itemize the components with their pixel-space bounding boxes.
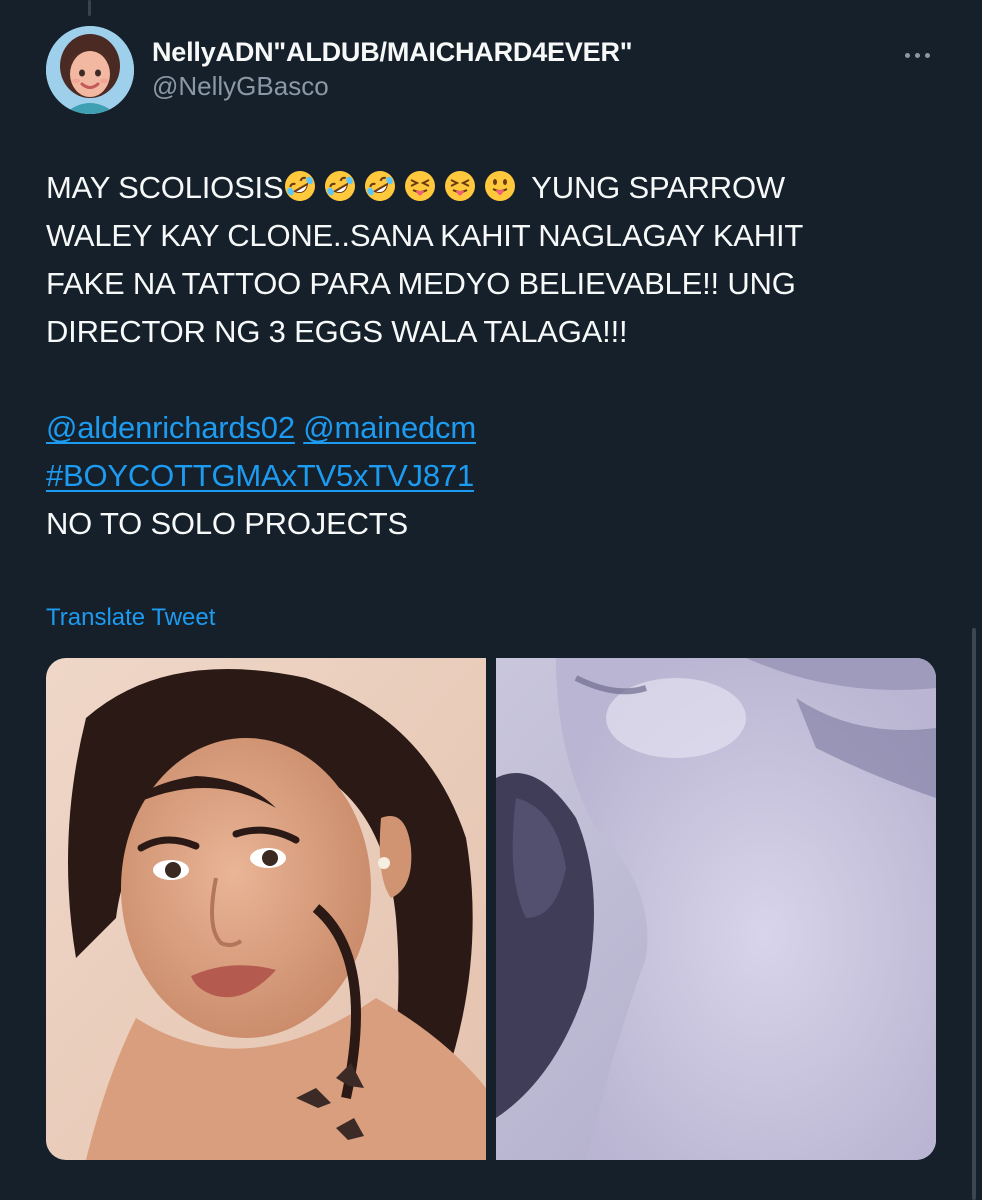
- author-names: NellyADN"ALDUB/MAICHARD4EVER" @NellyGBas…: [152, 36, 633, 102]
- tweet-line-1-suffix: YUNG SPARROW: [523, 170, 785, 205]
- thread-connector-line: [88, 0, 91, 16]
- photo-woman-tattoo: [46, 658, 486, 1160]
- photo-blurry-shoulder: [496, 658, 936, 1160]
- tweet-media-grid: [46, 658, 936, 1160]
- rolling-on-floor-laughing-icon: [323, 169, 357, 203]
- tweet-line-3: FAKE NA TATTOO PARA MEDYO BELIEVABLE!! U…: [46, 266, 796, 301]
- mention-link[interactable]: @aldenrichards02: [46, 410, 295, 445]
- tweet-closing-line: NO TO SOLO PROJECTS: [46, 506, 408, 541]
- tweet-line-2: WALEY KAY CLONE..SANA KAHIT NAGLAGAY KAH…: [46, 218, 804, 253]
- tweet-hashtag-line: #BOYCOTTGMAxTV5xTVJ871: [46, 452, 946, 500]
- more-options-button[interactable]: [892, 40, 942, 70]
- more-dot-icon: [904, 52, 910, 58]
- mention-link[interactable]: @mainedcm: [303, 410, 476, 445]
- more-dot-icon: [924, 52, 930, 58]
- rolling-on-floor-laughing-icon: [283, 169, 317, 203]
- squinting-tongue-face-icon: [403, 169, 437, 203]
- media-photo-2[interactable]: [496, 658, 936, 1160]
- more-dot-icon: [914, 52, 920, 58]
- vertical-scrollbar[interactable]: [972, 628, 976, 1200]
- tweet-header: NellyADN"ALDUB/MAICHARD4EVER" @NellyGBas…: [46, 26, 942, 114]
- author-handle[interactable]: @NellyGBasco: [152, 70, 632, 102]
- squinting-tongue-face-icon: [443, 169, 477, 203]
- tweet-mentions: @aldenrichards02 @mainedcm: [46, 404, 946, 452]
- tongue-face-icon: [483, 169, 517, 203]
- author-display-name[interactable]: NellyADN"ALDUB/MAICHARD4EVER": [152, 36, 633, 68]
- author-avatar[interactable]: [46, 26, 134, 114]
- hashtag-link[interactable]: #BOYCOTTGMAxTV5xTVJ871: [46, 458, 474, 493]
- tweet-line-1-prefix: MAY SCOLIOSIS: [46, 170, 284, 205]
- cartoon-woman-avatar-icon: [46, 26, 134, 114]
- media-photo-1[interactable]: [46, 658, 486, 1160]
- rolling-on-floor-laughing-icon: [363, 169, 397, 203]
- tweet-line-1: MAY SCOLIOSIS YUNG SPARROW: [46, 164, 946, 212]
- tweet-text: MAY SCOLIOSIS YUNG SPARROW WALEY KAY CLO…: [46, 164, 946, 548]
- tweet-line-4: DIRECTOR NG 3 EGGS WALA TALAGA!!!: [46, 314, 628, 349]
- translate-tweet-link[interactable]: Translate Tweet: [46, 604, 215, 632]
